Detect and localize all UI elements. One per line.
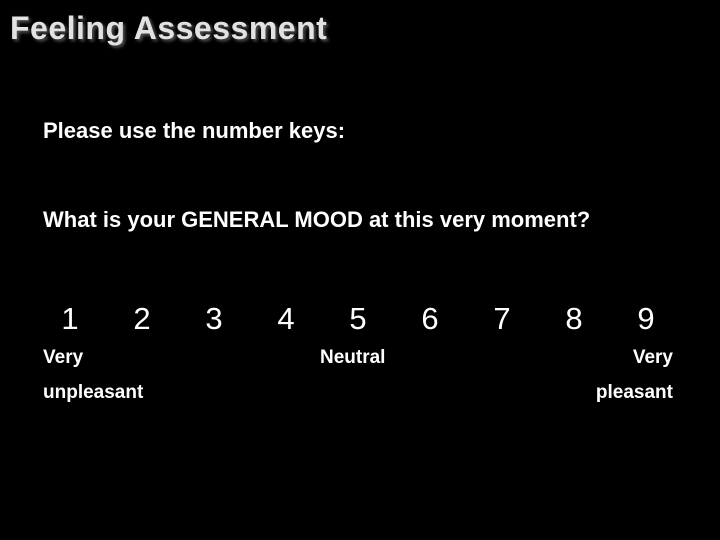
scale-option-8[interactable]: 8 bbox=[538, 300, 610, 340]
scale-option-2[interactable]: 2 bbox=[106, 300, 178, 340]
scale-anchor-left: Very unpleasant bbox=[43, 340, 143, 410]
scale-option-6[interactable]: 6 bbox=[394, 300, 466, 340]
scale-anchor-right: Very pleasant bbox=[596, 340, 673, 410]
question-text: What is your GENERAL MOOD at this very m… bbox=[43, 207, 591, 232]
anchor-right-line2: pleasant bbox=[595, 382, 673, 403]
scale-option-9[interactable]: 9 bbox=[610, 300, 682, 340]
anchor-left-line2: unpleasant bbox=[43, 382, 144, 403]
scale-option-7[interactable]: 7 bbox=[466, 300, 538, 340]
anchor-left-line1: Very bbox=[43, 347, 84, 368]
scale-option-4[interactable]: 4 bbox=[250, 300, 322, 340]
page-title: Feeling Assessment bbox=[10, 10, 328, 46]
anchor-right-line1: Very bbox=[632, 347, 673, 368]
scale-option-3[interactable]: 3 bbox=[178, 300, 250, 340]
scale-option-1[interactable]: 1 bbox=[34, 300, 106, 340]
scale-option-5[interactable]: 5 bbox=[322, 300, 394, 340]
scale-anchor-middle: Neutral bbox=[320, 347, 386, 368]
instruction-text: Please use the number keys: bbox=[43, 118, 346, 143]
rating-scale: 1 2 3 4 5 6 7 8 9 bbox=[34, 300, 682, 340]
